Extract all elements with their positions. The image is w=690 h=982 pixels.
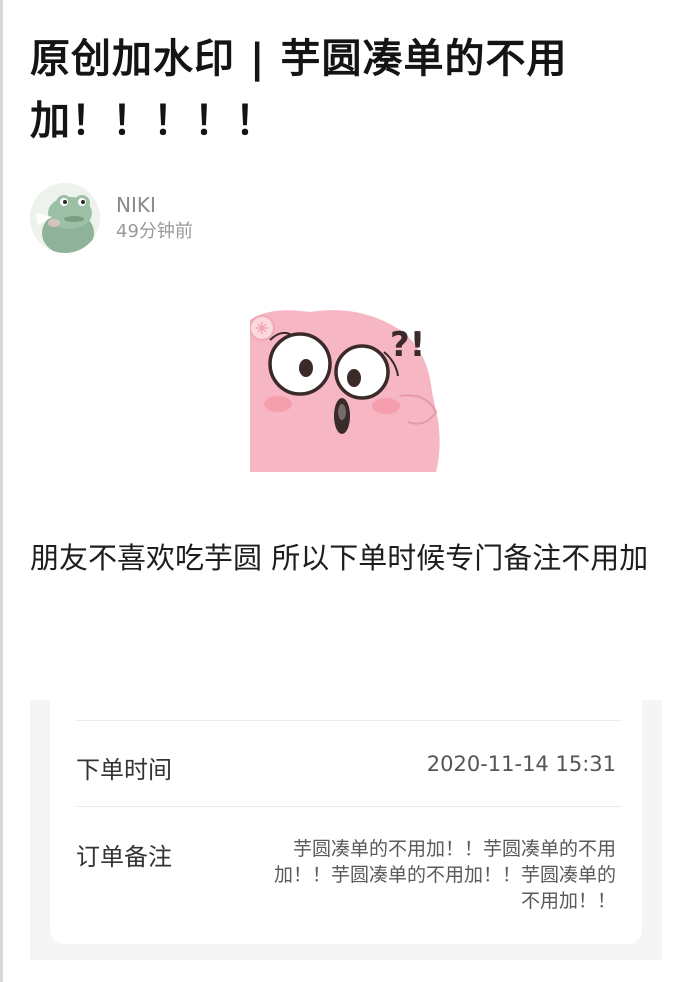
post-time: 49分钟前 bbox=[116, 221, 193, 242]
author-avatar[interactable] bbox=[30, 183, 100, 253]
card-divider-top bbox=[76, 720, 622, 721]
author-info: NIKI 49分钟前 bbox=[30, 182, 193, 254]
sticker-exclaim-text: ?! bbox=[390, 325, 425, 365]
author-name[interactable]: NIKI bbox=[116, 191, 193, 219]
order-time-label: 下单时间 bbox=[76, 756, 172, 784]
order-detail-card: 下单时间 2020-11-14 15:31 订单备注 芋圆凑单的不用加！！芋圆凑… bbox=[50, 700, 642, 944]
post-sticker-image: ?! bbox=[249, 300, 442, 472]
order-note-label: 订单备注 bbox=[76, 843, 172, 871]
post-body-text: 朋友不喜欢吃芋圆 所以下单时候专门备注不用加 bbox=[30, 541, 649, 575]
surprised-pink-face-sticker: ?! bbox=[249, 300, 442, 472]
post-title: 原创加水印 | 芋圆凑单的不用加！！！！！ bbox=[30, 36, 568, 144]
order-time-value: 2020-11-14 15:31 bbox=[426, 752, 616, 776]
frog-avatar-icon bbox=[30, 183, 100, 253]
author-meta: NIKI 49分钟前 bbox=[116, 191, 193, 245]
card-divider-middle bbox=[76, 806, 622, 807]
page-left-border bbox=[0, 0, 3, 982]
order-note-value: 芋圆凑单的不用加！！芋圆凑单的不用加！！芋圆凑单的不用加！！芋圆凑单的不用加！！ bbox=[273, 838, 616, 912]
